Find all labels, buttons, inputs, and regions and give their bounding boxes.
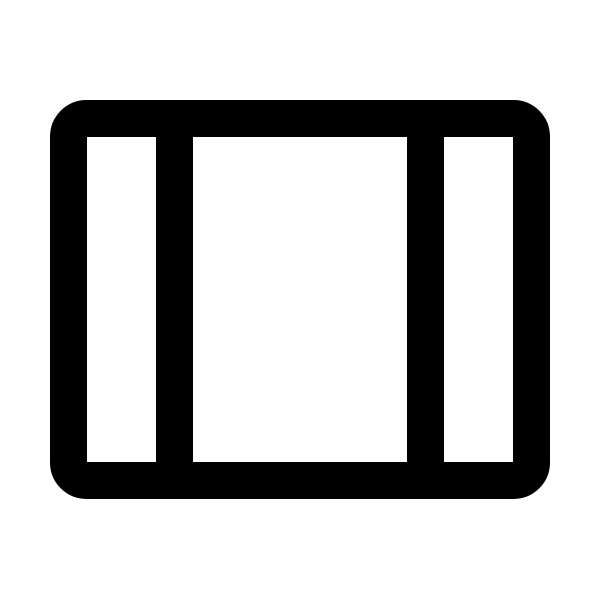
outer-frame: [50, 100, 550, 499]
icon-strokes: [50, 100, 550, 499]
three-column-layout-icon: [50, 100, 550, 499]
icon-canvas: [0, 0, 600, 600]
